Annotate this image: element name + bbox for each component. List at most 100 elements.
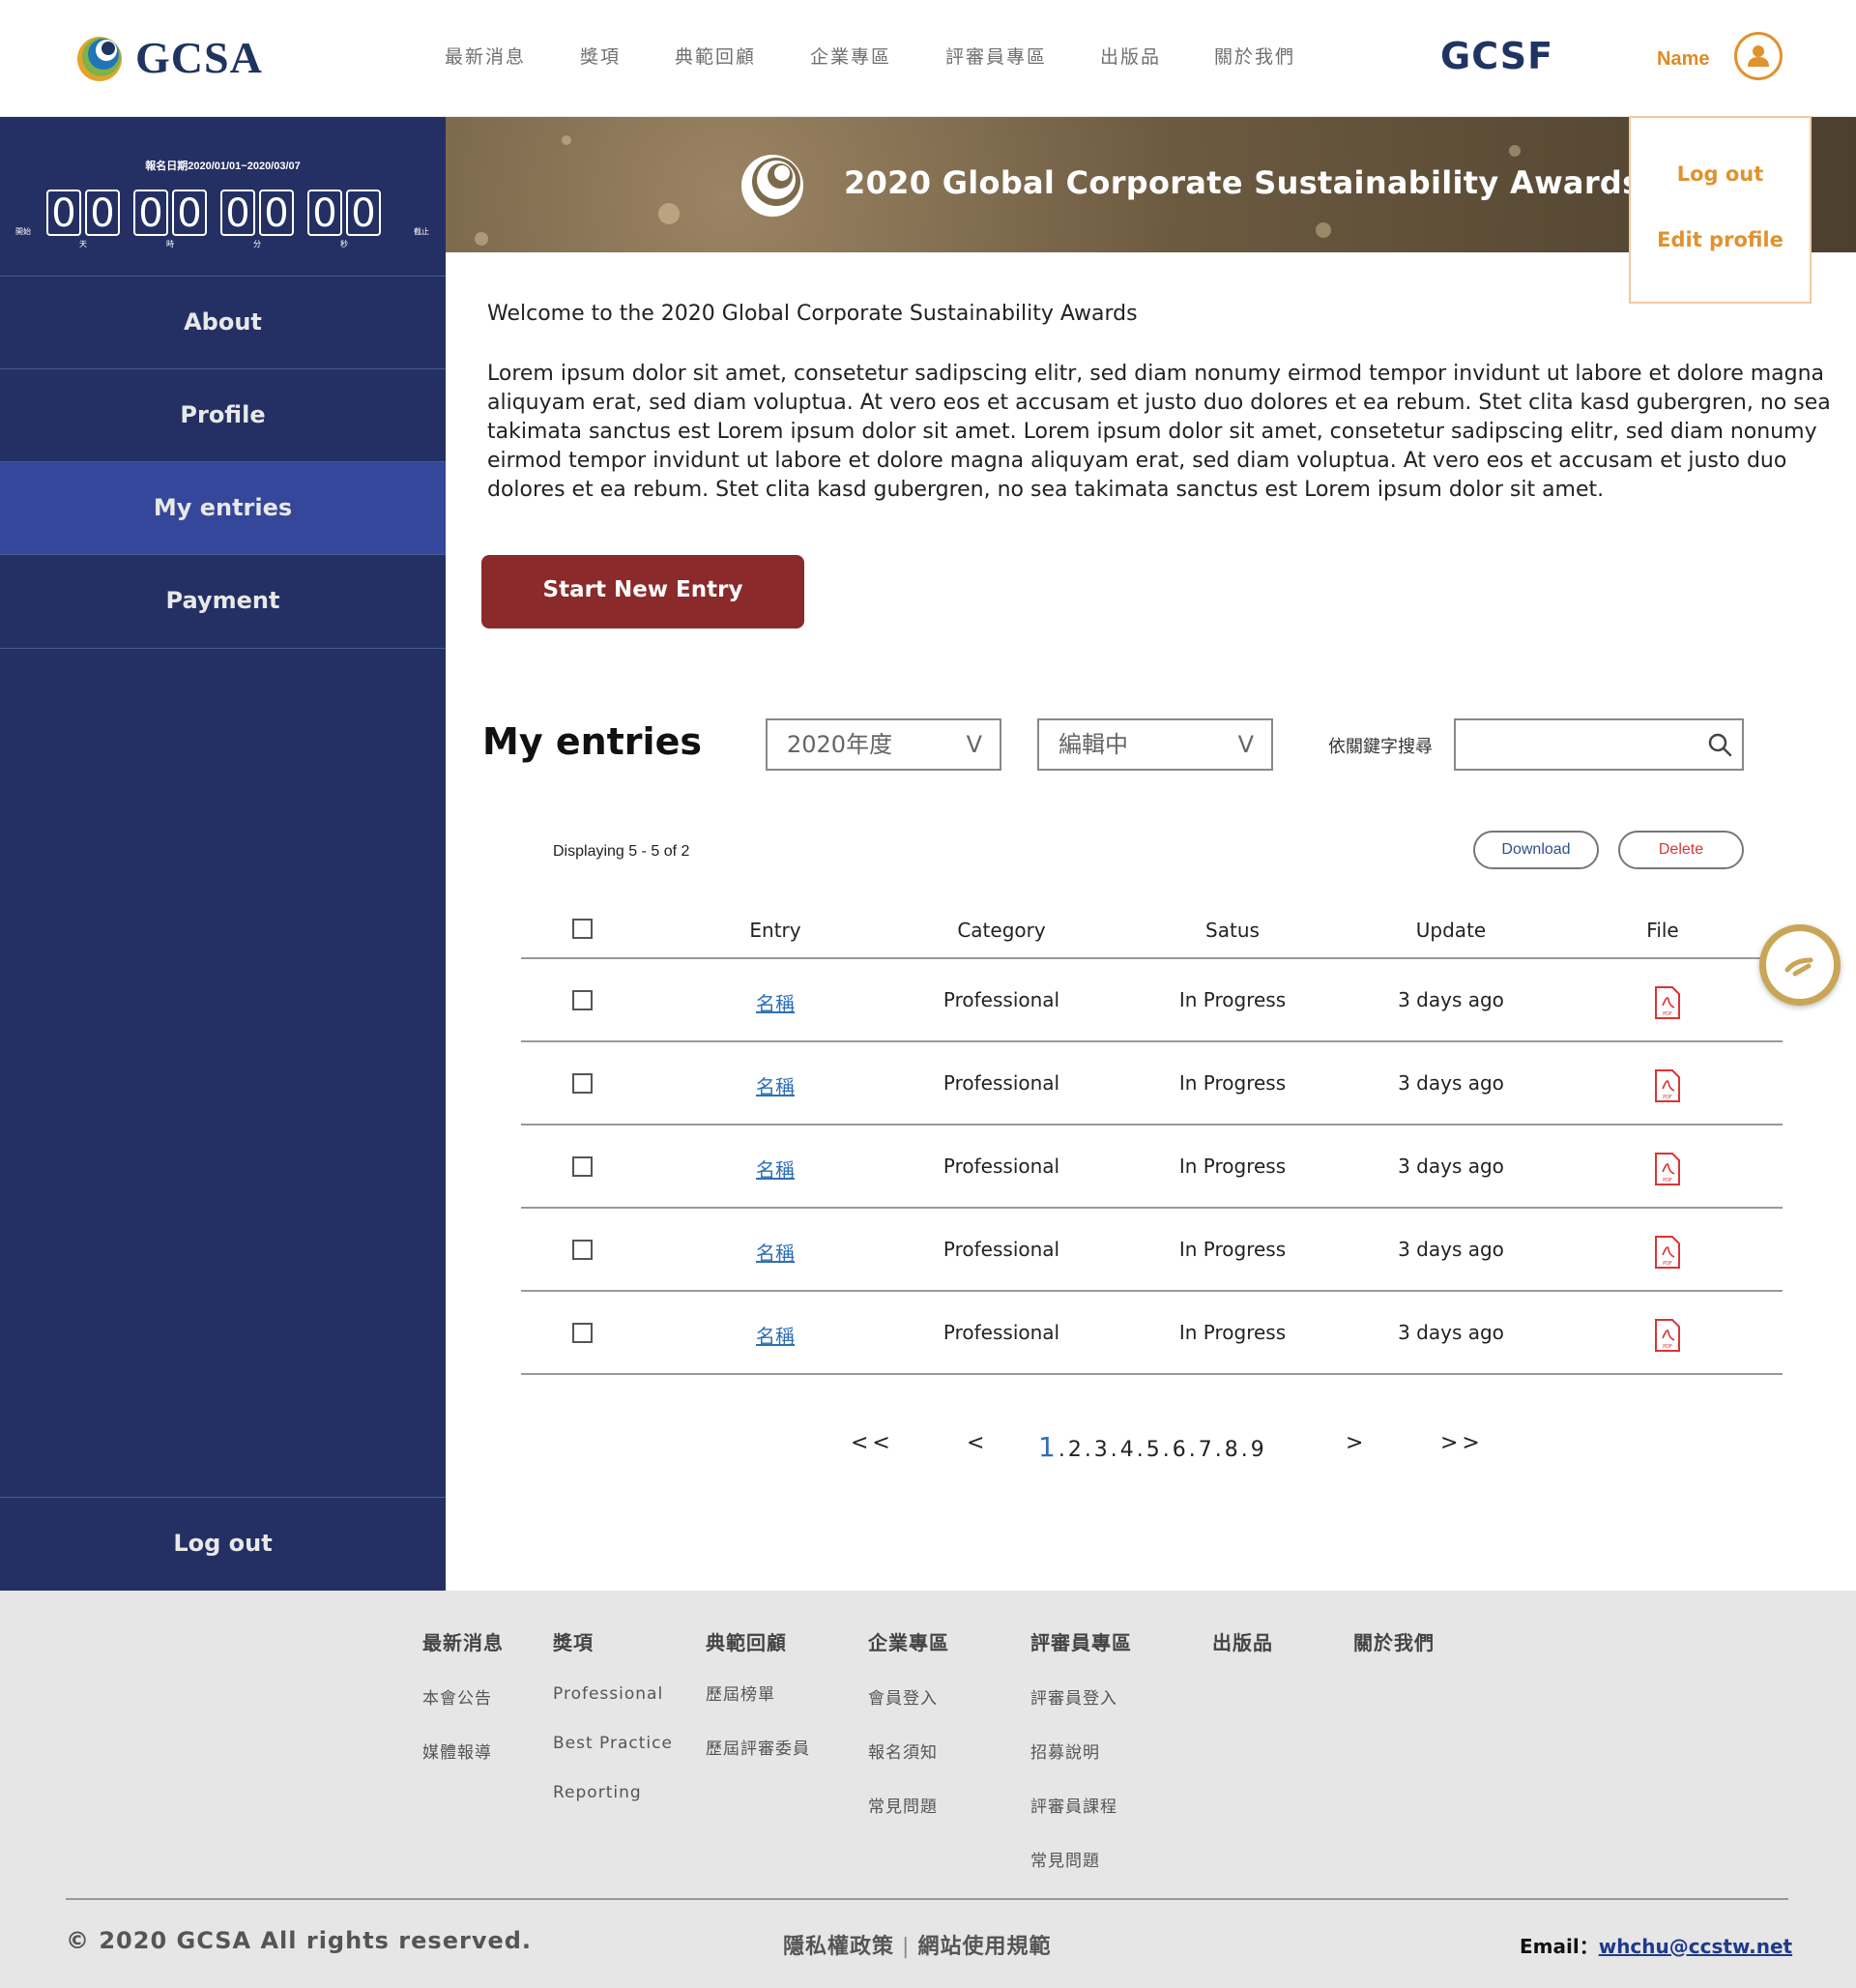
- site-footer: 最新消息 本會公告 媒體報導 獎項 Professional Best Prac…: [0, 1591, 1856, 1988]
- entry-name-link[interactable]: 名稱: [756, 1321, 795, 1349]
- gcsf-logo[interactable]: GCSF: [1440, 35, 1553, 77]
- footer-col-showcase: 典範回顧 歷屆榜單 歷屆評審委員: [706, 1627, 810, 1789]
- footer-col-title[interactable]: 最新消息: [422, 1627, 504, 1655]
- entry-name-link[interactable]: 名稱: [756, 1155, 795, 1183]
- row-checkbox[interactable]: [572, 1073, 593, 1094]
- search-icon[interactable]: [1707, 732, 1732, 757]
- entry-name-link[interactable]: 名稱: [756, 988, 795, 1016]
- countdown-digit: 0: [85, 190, 120, 236]
- year-select[interactable]: 2020年度 V: [766, 718, 1001, 771]
- pdf-label: PDF: [1663, 1011, 1672, 1017]
- countdown-hours: 0 0 時: [133, 190, 207, 248]
- countdown-digit: 0: [220, 190, 255, 236]
- table-row: 名稱 Professional In Progress 3 days ago P…: [521, 1292, 1783, 1375]
- col-status: Satus: [1205, 919, 1260, 942]
- nav-showcase[interactable]: 典範回顧: [675, 43, 791, 69]
- banner-title: 2020 Global Corporate Sustainability Awa…: [844, 164, 1641, 201]
- entry-update: 3 days ago: [1398, 1321, 1504, 1344]
- countdown-unit: 時: [166, 240, 174, 248]
- download-button[interactable]: Download: [1473, 831, 1599, 869]
- footer-link[interactable]: 招募說明: [1030, 1739, 1132, 1763]
- menu-edit-profile[interactable]: Edit profile: [1631, 228, 1810, 251]
- sidebar-logout-button[interactable]: Log out: [0, 1497, 446, 1591]
- start-new-entry-button[interactable]: Start New Entry: [481, 555, 804, 629]
- footer-link[interactable]: 歷屆榜單: [706, 1681, 810, 1705]
- footer-link[interactable]: 評審員課程: [1030, 1793, 1132, 1817]
- countdown-digit: 0: [307, 190, 342, 236]
- pdf-file-icon[interactable]: PDF: [1654, 1319, 1681, 1352]
- footer-link[interactable]: 常見問題: [868, 1793, 949, 1817]
- pdf-file-icon[interactable]: PDF: [1654, 1236, 1681, 1269]
- row-checkbox[interactable]: [572, 990, 593, 1010]
- footer-col-title[interactable]: 典範回顧: [706, 1627, 810, 1655]
- row-checkbox[interactable]: [572, 1156, 593, 1177]
- pagination-next[interactable]: >: [1346, 1431, 1363, 1455]
- entry-status: In Progress: [1178, 1321, 1287, 1344]
- footer-col-title[interactable]: 關於我們: [1353, 1627, 1435, 1655]
- nav-judges[interactable]: 評審員專區: [945, 43, 1081, 69]
- email-label: Email：: [1520, 1935, 1599, 1958]
- footer-link[interactable]: 評審員登入: [1030, 1684, 1132, 1709]
- footer-col-title[interactable]: 評審員專區: [1030, 1627, 1132, 1655]
- menu-logout[interactable]: Log out: [1631, 162, 1810, 186]
- footer-link[interactable]: 本會公告: [422, 1684, 504, 1709]
- entry-update: 3 days ago: [1398, 988, 1504, 1011]
- nav-publications[interactable]: 出版品: [1100, 43, 1197, 69]
- sidebar-item-payment[interactable]: Payment: [0, 554, 446, 649]
- user-name[interactable]: Name: [1657, 48, 1709, 71]
- sidebar-item-profile[interactable]: Profile: [0, 368, 446, 461]
- row-checkbox[interactable]: [572, 1323, 593, 1343]
- footer-link[interactable]: Professional: [553, 1684, 673, 1704]
- logo-text: GCSA: [135, 32, 263, 82]
- keyword-search-input[interactable]: [1454, 718, 1744, 771]
- footer-col-title[interactable]: 出版品: [1212, 1627, 1273, 1655]
- countdown-seconds: 0 0 秒: [307, 190, 381, 248]
- nav-about[interactable]: 關於我們: [1214, 43, 1330, 69]
- gcsa-logo[interactable]: GCSA: [73, 31, 263, 83]
- nav-corporate[interactable]: 企業專區: [810, 43, 926, 69]
- my-entries-title: My entries: [482, 720, 702, 763]
- table-row: 名稱 Professional In Progress 3 days ago P…: [521, 1042, 1783, 1126]
- status-select[interactable]: 編輯中 V: [1037, 718, 1273, 771]
- nav-news[interactable]: 最新消息: [445, 43, 561, 69]
- delete-button[interactable]: Delete: [1618, 831, 1744, 869]
- pagination-current-page[interactable]: 1: [1038, 1431, 1058, 1463]
- footer-link[interactable]: Best Practice: [553, 1734, 673, 1753]
- nav-awards[interactable]: 獎項: [580, 43, 657, 69]
- intro-paragraph: Lorem ipsum dolor sit amet, consetetur s…: [487, 362, 1831, 502]
- footer-link[interactable]: 常見問題: [1030, 1847, 1132, 1871]
- user-avatar-icon[interactable]: [1734, 32, 1783, 80]
- entry-name-link[interactable]: 名稱: [756, 1071, 795, 1099]
- row-checkbox[interactable]: [572, 1240, 593, 1260]
- footer-col-title[interactable]: 企業專區: [868, 1627, 949, 1655]
- entry-name-link[interactable]: 名稱: [756, 1238, 795, 1266]
- pdf-file-icon[interactable]: PDF: [1654, 1153, 1681, 1185]
- footer-link[interactable]: 會員登入: [868, 1684, 949, 1709]
- search-label: 依關鍵字搜尋: [1328, 737, 1433, 757]
- email-link[interactable]: whchu@ccstw.net: [1599, 1935, 1792, 1958]
- footer-link[interactable]: 報名須知: [868, 1739, 949, 1763]
- privacy-policy-link[interactable]: 隱私權政策: [783, 1935, 894, 1959]
- floating-action-button[interactable]: [1759, 924, 1841, 1006]
- countdown-end-label: 截止: [414, 227, 429, 236]
- gcsa-logo-icon: [77, 37, 122, 81]
- pdf-file-icon[interactable]: PDF: [1654, 986, 1681, 1019]
- footer-col-publications: 出版品: [1212, 1627, 1273, 1684]
- countdown-digit: 0: [46, 190, 81, 236]
- select-all-checkbox[interactable]: [572, 919, 593, 939]
- pagination-first[interactable]: <<: [851, 1431, 894, 1455]
- footer-link[interactable]: 歷屆評審委員: [706, 1735, 810, 1759]
- terms-link[interactable]: 網站使用規範: [917, 1935, 1051, 1959]
- chevron-down-icon: V: [1237, 731, 1254, 758]
- pagination-prev[interactable]: <: [967, 1431, 984, 1455]
- footer-col-title[interactable]: 獎項: [553, 1627, 673, 1655]
- footer-link[interactable]: 媒體報導: [422, 1739, 504, 1763]
- pdf-file-icon[interactable]: PDF: [1654, 1069, 1681, 1102]
- countdown-start-label: 開始: [15, 227, 31, 236]
- pagination-page-list[interactable]: .2.3.4.5.6.7.8.9: [1058, 1438, 1267, 1462]
- pagination-last[interactable]: >>: [1440, 1431, 1484, 1455]
- sidebar-item-about[interactable]: About: [0, 276, 446, 368]
- welcome-text: Welcome to the 2020 Global Corporate Sus…: [487, 302, 1138, 326]
- sidebar-item-my-entries[interactable]: My entries: [0, 461, 446, 554]
- footer-link[interactable]: Reporting: [553, 1783, 673, 1802]
